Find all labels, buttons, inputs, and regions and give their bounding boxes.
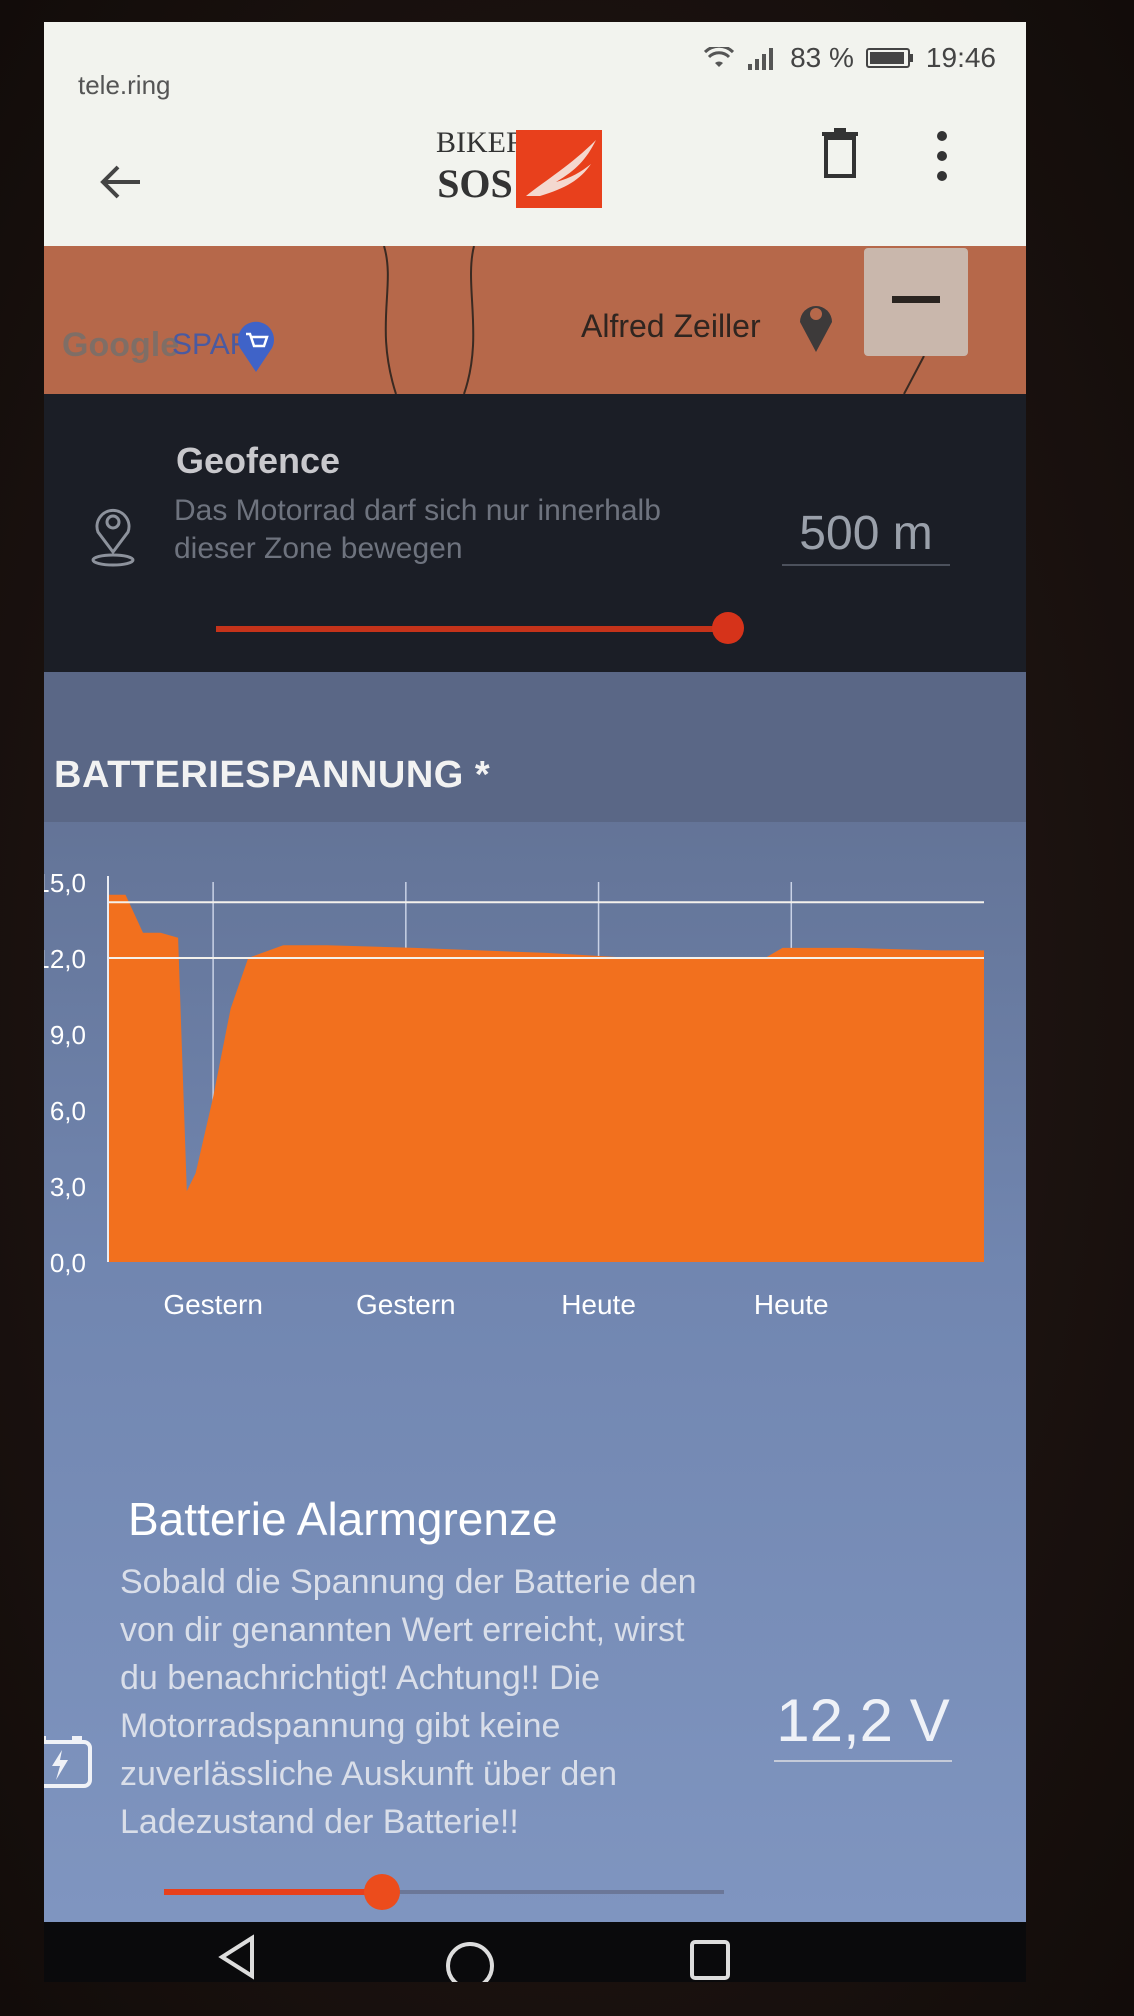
biker-sos-logo: BIKER SOS [436, 122, 616, 212]
battery-voltage-chart: 0,0 3,0 6,0 9,0 12,0 15,0 Gestern Gestern Heute H… [44, 842, 1026, 1362]
nav-home-icon[interactable] [440, 1936, 500, 1982]
phone-frame: tele.ring 83 % 19:46 BIKER SOS Google SP… [0, 0, 1134, 2016]
google-logo: Google [62, 326, 180, 364]
carrier-label: tele.ring [78, 70, 171, 100]
shopping-cart-pin-icon[interactable] [234, 318, 278, 374]
screen: tele.ring 83 % 19:46 BIKER SOS Google SP… [44, 22, 1026, 1982]
battery-voltage-title: BATTERIESPANNUNG * [54, 754, 491, 796]
more-vert-icon[interactable] [932, 126, 952, 186]
clock: 19:46 [925, 42, 996, 73]
geofence-slider-thumb[interactable] [712, 612, 744, 644]
trash-icon[interactable] [820, 128, 860, 178]
battery-percent: 83 % [790, 42, 854, 73]
alarm-threshold-slider[interactable] [164, 1872, 724, 1912]
voltage-area [108, 894, 984, 1262]
app-bar: tele.ring 83 % 19:46 BIKER SOS [44, 22, 1026, 246]
y-tick-label: 0,0 [50, 1248, 86, 1278]
alarm-threshold-title: Batterie Alarmgrenze [128, 1493, 558, 1545]
nav-recents-icon[interactable] [688, 1938, 732, 1982]
y-tick-label: 12,0 [44, 944, 86, 974]
arrow-left-icon[interactable] [96, 162, 146, 202]
geofence-radius-value[interactable]: 500 m [782, 506, 950, 566]
y-tick-label: 3,0 [50, 1172, 86, 1202]
geofence-slider-track [216, 626, 728, 632]
signal-icon [748, 48, 774, 70]
logo-line1: BIKER [436, 126, 526, 159]
place-label[interactable]: Alfred Zeiller [581, 308, 761, 345]
x-tick-label: Gestern [163, 1289, 263, 1320]
geofence-slider[interactable] [216, 608, 744, 648]
alarm-slider-track [164, 1889, 383, 1895]
y-tick-label: 6,0 [50, 1096, 86, 1126]
battery-header: BATTERIESPANNUNG * [44, 672, 1026, 822]
logo-line2: SOS [437, 161, 513, 206]
geofence-title: Geofence [176, 440, 341, 481]
location-pin-icon [91, 509, 135, 567]
x-tick-label: Heute [754, 1289, 829, 1320]
zoom-out-button[interactable] [864, 248, 968, 356]
x-tick-label: Heute [561, 1289, 636, 1320]
alarm-threshold-value[interactable]: 12,2 V [774, 1686, 952, 1762]
alarm-slider-thumb[interactable] [364, 1874, 401, 1910]
nav-back-icon[interactable] [212, 1932, 262, 1982]
geofence-panel: Geofence Das Motorrad darf sich nur inne… [44, 394, 1026, 672]
map-view[interactable]: Google SPAR Alfred Zeiller [44, 246, 1026, 394]
map-pin-icon[interactable] [796, 294, 836, 354]
battery-section: BATTERIESPANNUNG * 0,0 3,0 6,0 9,0 12,0 15,0 G… [44, 672, 1026, 1982]
minus-icon [892, 296, 940, 303]
wing-logo-icon [516, 130, 602, 208]
wifi-icon [704, 47, 735, 67]
system-nav-bar [44, 1922, 1026, 1982]
battery-status-icon [865, 48, 913, 68]
geofence-description: Das Motorrad darf sich nur innerhalb die… [174, 494, 661, 565]
x-tick-label: Gestern [356, 1289, 456, 1320]
y-tick-label: 15,0 [44, 868, 86, 898]
status-bar: 83 % 19:46 [704, 42, 996, 74]
y-tick-label: 9,0 [50, 1020, 86, 1050]
battery-charge-icon [44, 1736, 92, 1788]
chart-svg: 0,0 3,0 6,0 9,0 12,0 15,0 Gestern Gestern Heute H… [44, 868, 984, 1320]
alarm-threshold-description: Sobald die Spannung der Batterie den von… [120, 1563, 697, 1841]
